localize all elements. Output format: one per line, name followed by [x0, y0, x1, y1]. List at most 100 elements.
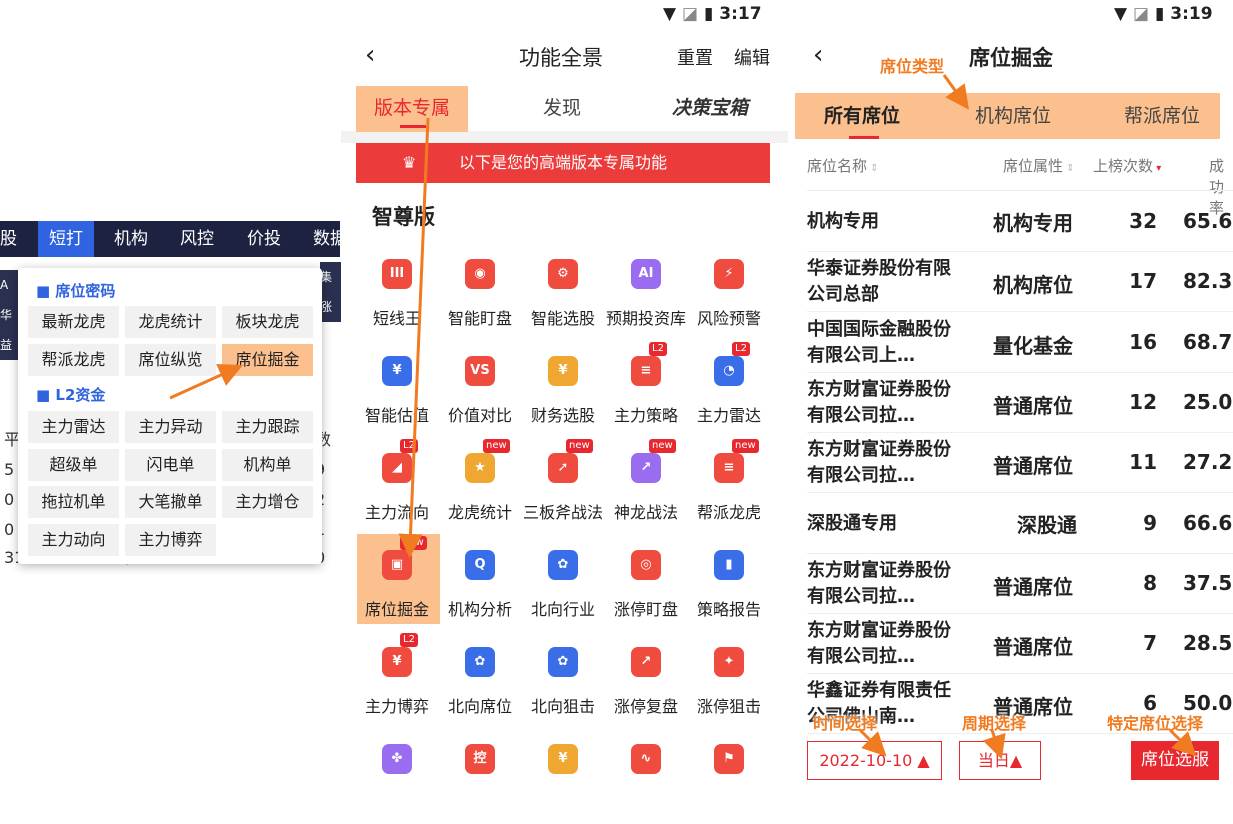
- popup-item[interactable]: 闪电单: [125, 449, 216, 481]
- seat-select-button[interactable]: 席位选服: [1131, 741, 1219, 780]
- feature-item[interactable]: ◎ 涨停盯盘: [605, 540, 685, 630]
- nav-item[interactable]: 机构: [114, 221, 148, 257]
- tab-all-seats[interactable]: 所有席位: [824, 98, 900, 138]
- annotation-seat-select: 特定席位选择: [1107, 714, 1204, 733]
- seat-count: 12: [1129, 389, 1157, 414]
- edit-button[interactable]: 编辑: [734, 44, 770, 70]
- feature-icon: ◢: [382, 453, 412, 483]
- seat-name: 机构专用: [807, 211, 879, 232]
- nav-item[interactable]: 风控: [180, 221, 214, 257]
- feature-item[interactable]: ➚ new 三板斧战法: [522, 439, 603, 533]
- popup-item[interactable]: 机构单: [222, 449, 313, 481]
- popup-item[interactable]: 大笔撤单: [125, 486, 216, 518]
- popup-item[interactable]: 席位纵览: [125, 344, 216, 376]
- feature-label: 北向席位: [447, 697, 512, 716]
- feature-item[interactable]: ≡ L2 主力策略: [605, 342, 685, 436]
- feature-item[interactable]: Q 机构分析: [439, 540, 519, 630]
- col-name[interactable]: 席位名称 ⇕: [807, 155, 879, 176]
- feature-item[interactable]: ✿ 北向席位: [439, 637, 519, 727]
- tab-gang-seats[interactable]: 帮派席位: [1124, 98, 1200, 138]
- feature-label: 主力博弈: [364, 697, 429, 716]
- popup-item[interactable]: 主力雷达: [28, 411, 119, 443]
- table-row[interactable]: 东方财富证券股份有限公司拉… 普通席位 8 37.5: [807, 554, 1233, 614]
- table-row[interactable]: 中国国际金融股份有限公司上… 量化基金 16 68.7: [807, 313, 1233, 373]
- feature-item[interactable]: ✤: [356, 734, 436, 824]
- wifi-icon: ▼: [663, 4, 677, 24]
- popup-item[interactable]: 帮派龙虎: [28, 344, 119, 376]
- feature-item[interactable]: ✿ 北向行业: [522, 540, 602, 630]
- feature-item[interactable]: AI 预期投资库: [605, 249, 686, 339]
- popup-item[interactable]: 主力跟踪: [222, 411, 313, 443]
- table-row[interactable]: 东方财富证券股份有限公司拉… 普通席位 7 28.5: [807, 614, 1233, 675]
- feature-item[interactable]: ¥ 财务选股: [522, 346, 602, 436]
- feature-item[interactable]: ▮ 策略报告: [688, 540, 768, 630]
- popup-item[interactable]: 席位掘金: [222, 344, 313, 376]
- status-time: 3:17: [719, 4, 762, 24]
- nav-item[interactable]: 股: [0, 221, 17, 257]
- nav-item[interactable]: 短打: [38, 221, 94, 257]
- feature-label: 主力流向: [364, 503, 429, 522]
- popup-item[interactable]: 拖拉机单: [28, 486, 119, 518]
- popup-item[interactable]: 板块龙虎: [222, 306, 313, 338]
- feature-item[interactable]: ★ new 龙虎统计: [439, 439, 519, 533]
- feature-item[interactable]: ⚡ 风险预警: [688, 249, 768, 339]
- popup-item[interactable]: 主力博弈: [125, 524, 216, 556]
- back-icon[interactable]: ‹: [813, 40, 823, 70]
- tab-discover[interactable]: 发现: [543, 90, 581, 130]
- back-icon[interactable]: ‹: [365, 40, 375, 70]
- feature-item[interactable]: 控: [439, 734, 519, 824]
- feature-item[interactable]: ⚑: [688, 734, 768, 824]
- table-row[interactable]: 深股通专用 深股通 9 66.6: [807, 494, 1233, 554]
- tab-decision-box[interactable]: 决策宝箱: [672, 90, 748, 130]
- feature-badge: new: [566, 439, 593, 453]
- feature-icon: ◔: [714, 356, 744, 386]
- tab-underline: [849, 136, 879, 139]
- period-selector[interactable]: 当日▲: [959, 741, 1041, 780]
- bg-strip: 华名: [0, 300, 18, 330]
- feature-icon: ¥: [382, 647, 412, 677]
- popup-item[interactable]: 龙虎统计: [125, 306, 216, 338]
- feature-item[interactable]: ↗ 涨停复盘: [605, 637, 685, 727]
- seat-count: 7: [1143, 631, 1157, 656]
- table-row[interactable]: 东方财富证券股份有限公司拉… 普通席位 12 25.0: [807, 373, 1233, 433]
- date-selector[interactable]: 2022-10-10 ▲: [807, 741, 942, 780]
- popup-item[interactable]: 超级单: [28, 449, 119, 481]
- tab-institution-seats[interactable]: 机构席位: [975, 98, 1051, 138]
- popup-item[interactable]: 最新龙虎: [28, 306, 119, 338]
- feature-item[interactable]: ≡ new 帮派龙虎: [688, 439, 768, 533]
- seat-name: 东方财富证券股份有限公司拉…: [807, 378, 951, 426]
- feature-item[interactable]: ∿: [605, 734, 685, 824]
- promo-banner: ♛ 以下是您的高端版本专属功能: [356, 143, 770, 183]
- feature-item[interactable]: ¥ 智能估值: [356, 346, 436, 436]
- feature-item[interactable]: ◔ L2 主力雷达: [688, 342, 768, 436]
- col-attr[interactable]: 席位属性 ⇕: [1003, 155, 1075, 176]
- seat-rate: 66.6: [1183, 510, 1233, 535]
- feature-item[interactable]: ▣ new 席位掘金: [356, 536, 436, 630]
- table-row[interactable]: 机构专用 机构专用 32 65.6: [807, 192, 1233, 252]
- crown-icon: ♛: [402, 153, 417, 172]
- feature-item[interactable]: VS 价值对比: [439, 346, 519, 436]
- feature-icon: ¥: [548, 356, 578, 386]
- popup-item[interactable]: 主力异动: [125, 411, 216, 443]
- feature-label: 龙虎统计: [447, 503, 512, 522]
- bg-strip: A股: [0, 270, 18, 300]
- table-row[interactable]: 东方财富证券股份有限公司拉… 普通席位 11 27.2: [807, 433, 1233, 494]
- seat-name: 东方财富证券股份有限公司拉…: [807, 439, 951, 487]
- feature-item[interactable]: ◢ L2 主力流向: [356, 439, 436, 533]
- feature-item[interactable]: ¥ L2 主力博弈: [356, 633, 436, 727]
- table-row[interactable]: 华泰证券股份有限公司总部 机构席位 17 82.3: [807, 252, 1233, 313]
- feature-item[interactable]: ⚙ 智能选股: [522, 249, 602, 339]
- col-count[interactable]: 上榜次数 ▾: [1093, 155, 1161, 176]
- reset-button[interactable]: 重置: [677, 44, 713, 70]
- nav-item[interactable]: 价投: [247, 221, 281, 257]
- feature-item[interactable]: ¥: [522, 734, 602, 824]
- feature-item[interactable]: III 短线王: [356, 249, 436, 339]
- feature-item[interactable]: ↗ new 神龙战法: [605, 439, 685, 533]
- feature-item[interactable]: ✿ 北向狙击: [522, 637, 602, 727]
- feature-icon: ★: [465, 453, 495, 483]
- feature-item[interactable]: ◉ 智能盯盘: [439, 249, 519, 339]
- feature-label: 涨停复盘: [613, 697, 678, 716]
- popup-item[interactable]: 主力增仓: [222, 486, 313, 518]
- feature-item[interactable]: ✦ 涨停狙击: [688, 637, 768, 727]
- popup-item[interactable]: 主力动向: [28, 524, 119, 556]
